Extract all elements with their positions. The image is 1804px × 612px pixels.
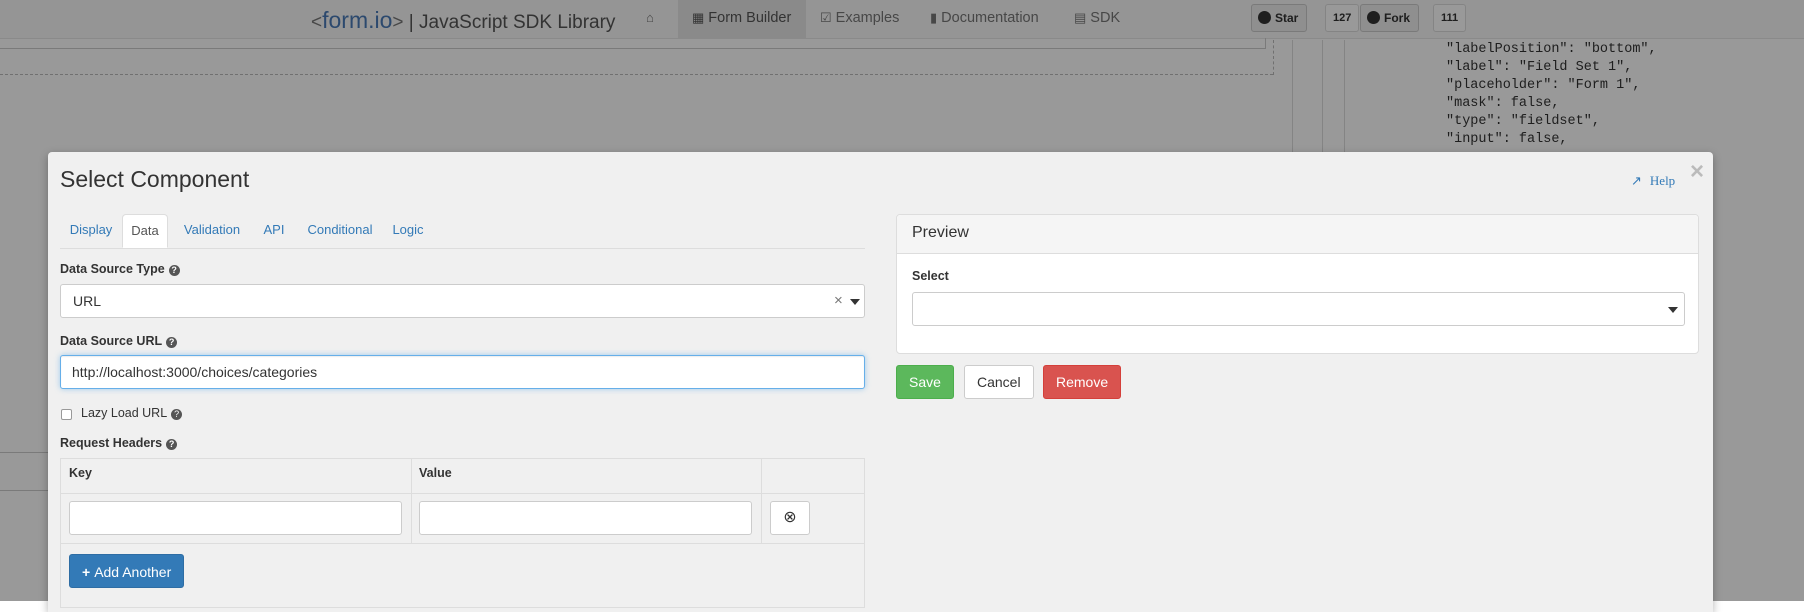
data-source-url-input[interactable] (60, 355, 865, 389)
dialog-title: Select Component (60, 166, 250, 192)
question-icon[interactable]: ? (168, 265, 180, 276)
request-headers-table: Key Value ⊗ + Add Another (60, 458, 865, 608)
data-source-type-label: Data Source Type? (60, 262, 180, 276)
close-icon[interactable]: × (1690, 158, 1704, 186)
preview-header: Preview (897, 215, 1698, 254)
plus-icon: + (82, 564, 91, 580)
preview-panel: Preview Select (896, 214, 1699, 354)
clear-icon[interactable]: × (834, 292, 843, 309)
selected-value: URL (73, 293, 102, 309)
chevron-down-icon[interactable] (1668, 307, 1678, 313)
request-headers-label: Request Headers? (60, 436, 178, 450)
question-icon[interactable]: ? (166, 439, 178, 450)
component-settings-dialog: Select Component ↗ Help × Display Data Va… (48, 152, 1713, 612)
column-divider (761, 459, 762, 544)
remove-button[interactable]: Remove (1043, 365, 1122, 399)
chevron-down-icon[interactable] (850, 299, 860, 305)
label-text: Request Headers (60, 436, 163, 450)
data-source-type-select[interactable]: URL × (60, 284, 865, 318)
header-key-input[interactable] (69, 501, 402, 535)
save-button[interactable]: Save (896, 365, 954, 399)
settings-tabs: Display Data Validation API Conditional … (60, 214, 865, 249)
preview-title: Preview (912, 224, 969, 241)
question-icon[interactable]: ? (171, 409, 183, 420)
lazy-load-label: Lazy Load URL? (81, 406, 183, 420)
column-header-key: Key (69, 466, 92, 480)
question-icon[interactable]: ? (166, 337, 178, 348)
header-value-input[interactable] (419, 501, 752, 535)
preview-select[interactable] (912, 292, 1685, 326)
external-link-icon: ↗ (1631, 174, 1642, 189)
tab-data[interactable]: Data (122, 214, 168, 248)
help-link[interactable]: ↗ Help (1631, 173, 1675, 189)
label-text: Data Source Type (60, 262, 165, 276)
lazy-load-checkbox[interactable] (61, 409, 72, 420)
preview-select-label: Select (912, 269, 949, 283)
column-divider (411, 459, 412, 544)
button-label: Add Another (94, 564, 172, 580)
row-divider (61, 543, 864, 544)
data-source-url-label: Data Source URL? (60, 334, 178, 348)
label-text: Lazy Load URL (81, 406, 168, 420)
column-header-value: Value (419, 466, 452, 480)
label-text: Data Source URL (60, 334, 163, 348)
column-header-actions (761, 459, 864, 493)
cancel-button[interactable]: Cancel (964, 365, 1034, 399)
add-another-button[interactable]: + Add Another (69, 554, 185, 588)
tab-display[interactable]: Display (60, 214, 122, 248)
circle-x-icon: ⊗ (783, 509, 797, 526)
tab-logic[interactable]: Logic (388, 214, 428, 248)
tab-api[interactable]: API (258, 214, 290, 248)
tab-validation[interactable]: Validation (172, 214, 252, 248)
table-header-row: Key Value (61, 459, 864, 494)
tab-conditional[interactable]: Conditional (298, 214, 382, 248)
remove-row-button[interactable]: ⊗ (770, 501, 810, 535)
help-label: Help (1649, 173, 1676, 188)
